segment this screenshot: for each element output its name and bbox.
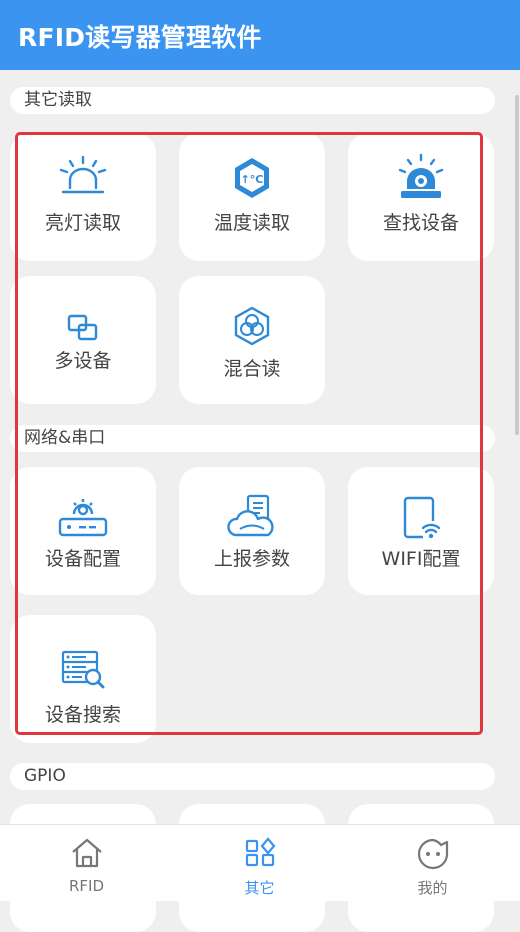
tile-find-device[interactable]: 查找设备 [348,133,494,261]
nav-item-mine[interactable]: 我的 [346,825,519,901]
nav-item-rfid[interactable]: RFID [0,825,173,901]
mixed-read-icon [234,306,270,346]
svg-text:↑°C: ↑°C [241,173,264,186]
tile-mixed-read[interactable]: 混合读 [179,276,325,404]
tile-device-config[interactable]: 设备配置 [10,467,156,595]
tile-device-search[interactable]: 设备搜索 [10,615,156,743]
tile-label: 上报参数 [213,548,290,570]
server-search-icon [61,650,105,689]
tile-report-params[interactable]: 上报参数 [179,467,325,595]
nav-label: 其它 [244,879,275,897]
tile-light-read[interactable]: 亮灯读取 [10,133,156,261]
tile-label: WIFI配置 [381,548,461,570]
home-icon [71,838,102,868]
section-header-other-read: 其它读取 [10,87,495,114]
alarm-light-icon [59,155,107,194]
temperature-icon: ↑°C [235,158,269,198]
multi-device-icon [67,314,98,341]
face-icon [417,838,448,870]
tile-label: 多设备 [54,350,112,372]
nav-label: 我的 [417,879,448,897]
tile-wifi-config[interactable]: WIFI配置 [348,467,494,595]
app-bar: RFID读写器管理软件 [0,0,520,70]
tile-label: 亮灯读取 [44,212,121,234]
tile-label: 温度读取 [213,212,290,234]
app-title: RFID读写器管理软件 [18,23,262,52]
section-header-network: 网络&串口 [10,425,495,452]
wifi-device-icon [403,496,441,539]
section-header-gpio: GPIO [10,763,495,790]
tile-temperature-read[interactable]: ↑°C 温度读取 [179,133,325,261]
tile-label: 设备配置 [44,548,121,570]
tile-label: 设备搜索 [44,704,121,726]
tile-multi-device[interactable]: 多设备 [10,276,156,404]
scrollbar[interactable] [515,95,519,435]
cloud-report-icon [227,494,274,537]
tile-label: 混合读 [223,358,281,380]
bottom-nav: RFID 其它 我的 [0,824,520,901]
grid-icon [245,837,275,867]
router-settings-icon [58,499,108,537]
nav-item-other[interactable]: 其它 [173,825,346,901]
nav-label: RFID [68,877,105,895]
tile-label: 查找设备 [382,212,459,234]
beacon-icon [398,153,444,198]
